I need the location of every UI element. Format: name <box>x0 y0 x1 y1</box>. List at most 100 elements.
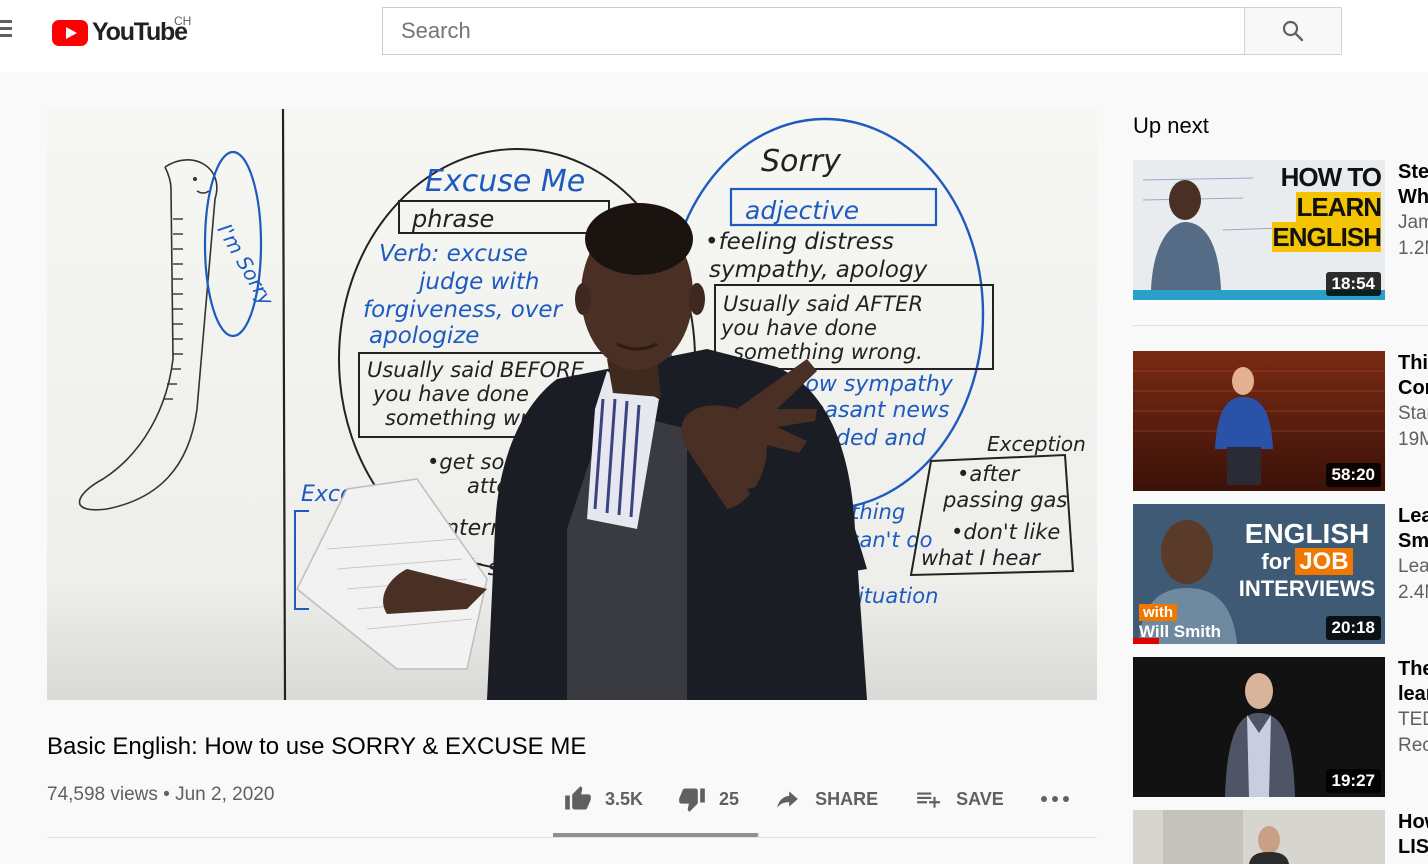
more-horizontal-icon <box>1040 796 1069 802</box>
recommended-video-title-line2: LIS <box>1398 836 1428 858</box>
board-forgiveness: forgiveness, over <box>363 297 564 323</box>
video-duration: 58:20 <box>1325 463 1381 487</box>
video-duration: 18:54 <box>1325 272 1381 296</box>
board-judge: judge with <box>416 269 539 295</box>
recommended-video-stats: 1.2M <box>1398 238 1428 259</box>
video-meta: 74,598 views • Jun 2, 2020 <box>47 784 275 805</box>
board-after-1: Usually said AFTER <box>723 292 923 316</box>
recommended-video[interactable]: How LIS <box>1133 810 1428 864</box>
masthead: YouTube CH <box>0 0 1428 72</box>
board-feeling: •feeling distress <box>705 229 894 255</box>
youtube-logo[interactable]: YouTube <box>52 18 188 47</box>
share-label: SHARE <box>815 788 879 809</box>
recommended-video-title-line1: The <box>1398 658 1428 680</box>
search-button[interactable] <box>1244 7 1342 55</box>
board-before-1: Usually said BEFORE <box>367 358 585 382</box>
video-thumbnail[interactable]: ENGLISH for JOB INTERVIEWS with Will Smi… <box>1133 504 1385 644</box>
recommended-video[interactable]: 58:20 Thi Cor Stan 19M <box>1133 351 1428 491</box>
video-thumbnail[interactable]: 58:20 <box>1133 351 1385 491</box>
recommended-video-stats: 19M <box>1398 429 1428 450</box>
board-excuse-me: Excuse Me <box>425 164 585 199</box>
sidebar-divider <box>1133 325 1428 326</box>
recommended-video-title-line2: lear <box>1398 683 1428 705</box>
recommended-video-info: Thi Cor Stan 19M <box>1398 351 1428 453</box>
more-actions-button[interactable] <box>1040 794 1070 804</box>
recommended-video-stats: Rec <box>1398 735 1428 756</box>
save-button[interactable]: SAVE <box>914 786 1004 812</box>
board-after-gas-2: passing gas <box>942 488 1067 512</box>
thumbnail-text-will-smith: Will Smith <box>1139 622 1222 641</box>
board-adjective: adjective <box>745 196 859 225</box>
like-count: 3.5K <box>605 788 644 809</box>
recommended-video-info: Lea Sm Lea 2.4M <box>1398 504 1428 606</box>
thumbnail-text-learn: LEARN <box>1296 192 1382 222</box>
board-phrase: phrase <box>411 205 494 233</box>
recommended-video-channel: Lea <box>1398 556 1428 577</box>
search-icon <box>1282 20 1304 42</box>
thumbs-down-icon <box>679 788 705 812</box>
board-dont-like-2: what I hear <box>921 546 1041 570</box>
youtube-play-icon <box>52 19 88 46</box>
up-next-heading: Up next <box>1133 113 1209 138</box>
country-code: CH <box>174 14 192 28</box>
board-sorry: Sorry <box>761 144 842 179</box>
recommended-video-stats: 2.4M <box>1398 582 1428 603</box>
search-input[interactable] <box>382 7 1244 55</box>
recommended-video-title-line1: How <box>1398 811 1428 833</box>
dislike-button[interactable]: 25 <box>677 785 739 813</box>
board-after-gas-1: •after <box>957 462 1021 486</box>
board-before-2: you have done <box>372 382 529 406</box>
thumbnail-text-interviews: INTERVIEWS <box>1238 576 1376 601</box>
dislike-count: 25 <box>719 788 740 809</box>
recommended-video-info: Ste Wh Jam 1.2M <box>1398 160 1428 262</box>
logo-text: YouTube <box>92 18 188 46</box>
board-apologize: apologize <box>369 323 479 349</box>
recommended-video-title-line1: Lea <box>1398 505 1428 527</box>
video-player[interactable]: I'm Sorry Excuse Me phrase Verb: excuse … <box>47 109 1097 700</box>
video-thumbnail[interactable]: 19:27 <box>1133 657 1385 797</box>
board-situation: situation <box>847 584 938 608</box>
recommended-video-channel: TED <box>1398 709 1428 730</box>
playlist-add-icon <box>917 792 940 808</box>
thumbnail-text-how-to: HOW TO <box>1280 162 1382 192</box>
thumbnail-text-with: with <box>1139 604 1177 621</box>
recommended-video-title-line1: Thi <box>1398 352 1428 374</box>
share-icon <box>777 791 798 808</box>
board-sympathy: sympathy, apology <box>709 257 928 283</box>
board-after-3: something wrong. <box>733 340 923 364</box>
thumbnail-image <box>1133 810 1385 864</box>
board-after-2: you have done <box>720 316 877 340</box>
recommended-video-info: How LIS <box>1398 810 1428 860</box>
recommended-video-title-line2: Cor <box>1398 377 1428 399</box>
thumbnail-text-job: JOB <box>1295 548 1353 575</box>
recommended-video-info: The lear TED Rec <box>1398 657 1428 759</box>
recommended-video-title-line2: Wh <box>1398 186 1428 208</box>
video-frame: I'm Sorry Excuse Me phrase Verb: excuse … <box>47 109 1097 700</box>
recommended-video-title-line1: Ste <box>1398 161 1428 183</box>
board-verb: Verb: excuse <box>379 241 528 267</box>
video-title: Basic English: How to use SORRY & EXCUSE… <box>47 733 587 760</box>
like-button[interactable]: 3.5K <box>563 785 643 813</box>
recommended-video-title-line2: Sm <box>1398 530 1428 552</box>
share-button[interactable]: SHARE <box>773 786 878 812</box>
search-bar <box>382 7 1342 55</box>
board-dont-like-1: •don't like <box>951 520 1060 544</box>
thumbnail-text-for: for <box>1261 549 1291 574</box>
thumbnail-text-english: ENGLISH <box>1272 222 1382 252</box>
menu-icon[interactable] <box>0 20 12 40</box>
recommended-video[interactable]: 19:27 The lear TED Rec <box>1133 657 1428 797</box>
recommended-video-channel: Jam <box>1398 212 1428 233</box>
thumbs-up-icon <box>565 786 591 810</box>
board-exception-right: Exception <box>987 432 1086 456</box>
recommended-video[interactable]: HOW TO LEARN ENGLISH 18:54 Ste Wh Jam 1.… <box>1133 160 1428 300</box>
video-actions: 3.5K 25 SHARE SAVE <box>563 782 1070 816</box>
video-thumbnail[interactable]: HOW TO LEARN ENGLISH 18:54 <box>1133 160 1385 300</box>
thumbnail-text-english: ENGLISH <box>1244 518 1370 549</box>
video-duration: 19:27 <box>1325 769 1381 793</box>
save-label: SAVE <box>956 788 1004 809</box>
video-duration: 20:18 <box>1325 616 1381 640</box>
info-divider <box>47 837 1097 838</box>
recommended-video-channel: Stan <box>1398 403 1428 424</box>
recommended-video[interactable]: ENGLISH for JOB INTERVIEWS with Will Smi… <box>1133 504 1428 644</box>
video-thumbnail[interactable] <box>1133 810 1385 864</box>
